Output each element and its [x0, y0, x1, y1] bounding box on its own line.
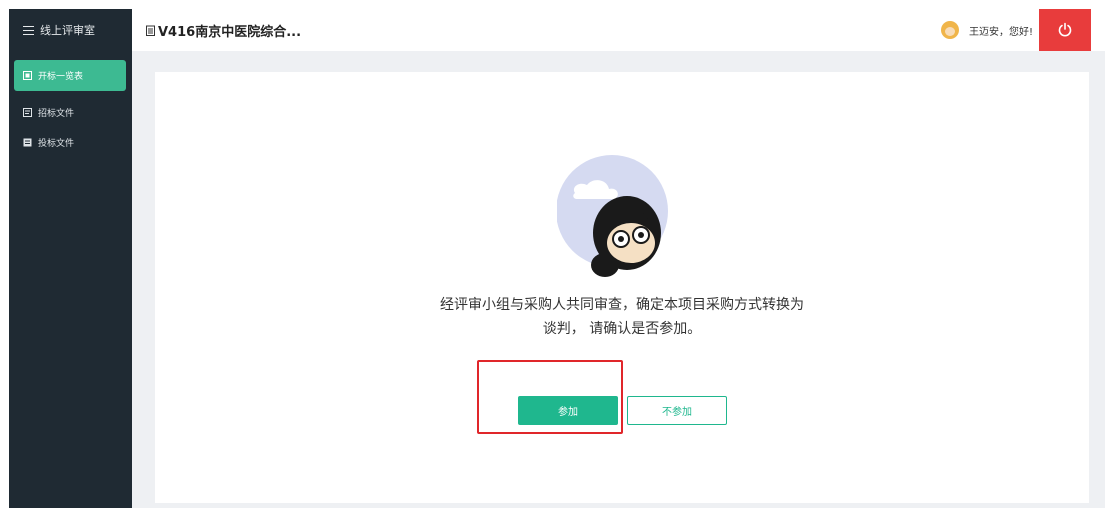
- message-line-1: 经评审小组与采购人共同审查，确定本项目采购方式转换为: [440, 297, 804, 313]
- confirm-message: 经评审小组与采购人共同审查，确定本项目采购方式转换为 谈判， 请确认是否参加。: [155, 293, 1089, 341]
- user-greeting: 王迈安，您好!: [968, 26, 1033, 38]
- sidebar-item-bid-opening-table[interactable]: 开标一览表: [14, 60, 126, 91]
- avatar[interactable]: [940, 21, 959, 39]
- menu-icon[interactable]: [23, 25, 34, 35]
- file-icon: [23, 107, 32, 117]
- top-header: V416南京中医院综合... 王迈安，您好!: [132, 9, 1105, 51]
- sidebar-item-bid-documents[interactable]: 投标文件: [9, 127, 132, 157]
- message-line-2: 谈判， 请确认是否参加。: [542, 321, 702, 337]
- sidebar-item-label: 开标一览表: [38, 72, 84, 82]
- page-title: V416南京中医院综合...: [146, 9, 301, 51]
- decline-button[interactable]: 不参加: [627, 396, 727, 425]
- sidebar-item-label: 招标文件: [38, 108, 75, 119]
- user-info: 王迈安，您好!: [940, 9, 1033, 51]
- project-title: V416南京中医院综合...: [158, 24, 302, 40]
- sidebar-title: 线上评审室: [40, 24, 95, 37]
- document-icon: [23, 138, 32, 146]
- sidebar-item-label: 投标文件: [38, 138, 75, 149]
- sidebar-item-tender-documents[interactable]: 招标文件: [9, 97, 132, 127]
- sidebar-header: 线上评审室: [9, 9, 132, 51]
- highlight-annotation-box: [477, 360, 623, 434]
- document-icon: [146, 25, 155, 36]
- power-icon: [1058, 22, 1072, 37]
- confirm-card: [155, 72, 1089, 503]
- sidebar: 线上评审室 开标一览表 招标文件 投标文件: [9, 9, 132, 508]
- logout-button[interactable]: [1039, 9, 1091, 51]
- table-icon: [23, 71, 32, 80]
- monkey-illustration: [557, 155, 668, 277]
